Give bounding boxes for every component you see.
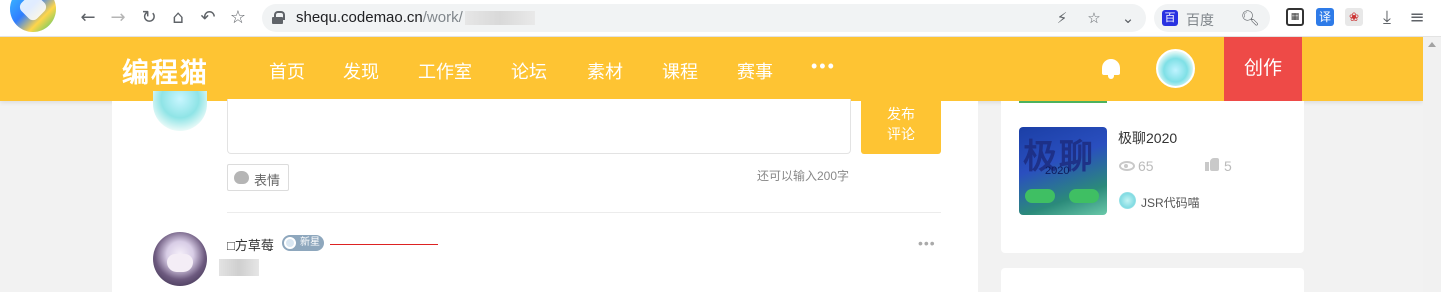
bell-icon[interactable] xyxy=(1100,57,1122,81)
site-logo[interactable]: 编程猫 xyxy=(122,51,209,90)
reload-icon[interactable]: ↻ xyxy=(137,6,161,30)
star-icon[interactable]: ☆ xyxy=(1082,6,1106,30)
view-count: 65 xyxy=(1138,158,1154,174)
nav-item-studio[interactable]: 工作室 xyxy=(418,58,472,84)
nav-more-icon[interactable]: ••• xyxy=(811,56,836,77)
work-author-name[interactable]: JSR代码喵 xyxy=(1141,194,1200,211)
comment-author-name[interactable]: □方草莓 xyxy=(227,235,274,254)
scrollbar[interactable] xyxy=(1423,37,1441,292)
qr-icon[interactable]: ▦ xyxy=(1286,8,1304,26)
search-icon[interactable]: 🔍︎ xyxy=(1238,6,1262,30)
current-user-avatar xyxy=(153,91,207,131)
search-input[interactable]: 百度 xyxy=(1186,10,1214,30)
emoji-label: 表情 xyxy=(254,173,281,188)
previous-work-thumbnail[interactable] xyxy=(1019,101,1107,103)
menu-icon[interactable]: ≡ xyxy=(1405,6,1429,30)
work-title[interactable]: 极聊2020 xyxy=(1118,128,1177,148)
thumbnail-chip xyxy=(1069,189,1099,203)
lightning-icon[interactable]: ⚡ xyxy=(1050,6,1074,30)
post-label-line1: 发布 xyxy=(887,106,915,122)
scroll-up-icon[interactable] xyxy=(1428,42,1436,47)
eye-icon xyxy=(1119,161,1135,171)
bookmark-star-icon[interactable]: ☆ xyxy=(226,6,250,30)
home-icon[interactable]: ⌂ xyxy=(166,6,190,30)
chevron-down-icon[interactable]: ⌄ xyxy=(1116,6,1140,30)
nav-item-materials[interactable]: 素材 xyxy=(587,58,623,84)
post-comment-button[interactable]: 发布 评论 xyxy=(861,99,941,154)
sidebar-card xyxy=(1001,268,1304,292)
nav-item-events[interactable]: 赛事 xyxy=(737,58,773,84)
nav-item-discover[interactable]: 发现 xyxy=(343,58,379,84)
translate-icon[interactable]: 译 xyxy=(1316,8,1334,26)
baidu-icon: 百 xyxy=(1162,10,1178,26)
thumbnail-chip xyxy=(1025,189,1055,203)
app-logo-icon xyxy=(10,0,56,32)
url-path: /work/ xyxy=(422,9,463,26)
more-options-icon[interactable]: ••• xyxy=(918,235,936,251)
forward-icon[interactable]: → xyxy=(106,6,130,30)
like-count: 5 xyxy=(1224,158,1232,174)
comment-text-redacted xyxy=(219,259,259,276)
url-host: shequ.codemao.cn xyxy=(296,9,423,26)
status-badge: 新星 xyxy=(282,235,324,251)
url-text[interactable]: shequ.codemao.cn/work/ xyxy=(296,9,535,26)
annotation-underline xyxy=(330,244,438,245)
nav-item-courses[interactable]: 课程 xyxy=(662,58,698,84)
url-redacted xyxy=(464,11,535,26)
cat-face-icon xyxy=(234,171,249,184)
avatar[interactable] xyxy=(1156,49,1195,88)
back-icon[interactable]: ← xyxy=(76,6,100,30)
lock-icon xyxy=(272,11,285,24)
char-count: 还可以输入200字 xyxy=(757,169,850,183)
work-author-avatar[interactable] xyxy=(1119,192,1136,209)
nav-item-home[interactable]: 首页 xyxy=(269,58,305,84)
extension-icon[interactable]: ❀ xyxy=(1345,8,1363,26)
search-engine-box[interactable]: 百 百度 🔍︎ xyxy=(1154,4,1270,32)
post-label-line2: 评论 xyxy=(887,126,915,142)
comment-section: 发布 评论 表情 还可以输入200字 □方草莓 新星 ••• xyxy=(112,91,978,292)
create-button[interactable]: 创作 xyxy=(1224,37,1302,101)
thumbnail-year: 2020 xyxy=(1045,165,1070,177)
site-nav: 编程猫 首页 发现 工作室 论坛 素材 课程 赛事 ••• 创作 xyxy=(0,37,1423,101)
emoji-button[interactable]: 表情 xyxy=(227,164,289,191)
work-thumbnail[interactable]: 极聊 2020 xyxy=(1019,127,1107,215)
related-works-card: 极聊 2020 极聊2020 65 5 JSR代码喵 xyxy=(1001,101,1304,253)
comment-author-avatar[interactable] xyxy=(153,232,207,286)
address-bar[interactable]: shequ.codemao.cn/work/ ⚡ ☆ ⌄ xyxy=(262,4,1146,32)
nav-item-forum[interactable]: 论坛 xyxy=(511,58,547,84)
comment-input[interactable] xyxy=(227,99,851,154)
undo-icon[interactable]: ↶ xyxy=(196,6,220,30)
download-icon[interactable]: ⤓ xyxy=(1375,6,1399,30)
divider xyxy=(227,212,941,213)
browser-toolbar: ← → ↻ ⌂ ↶ ☆ shequ.codemao.cn/work/ ⚡ ☆ ⌄… xyxy=(0,0,1441,37)
thumbs-up-icon xyxy=(1205,157,1219,171)
